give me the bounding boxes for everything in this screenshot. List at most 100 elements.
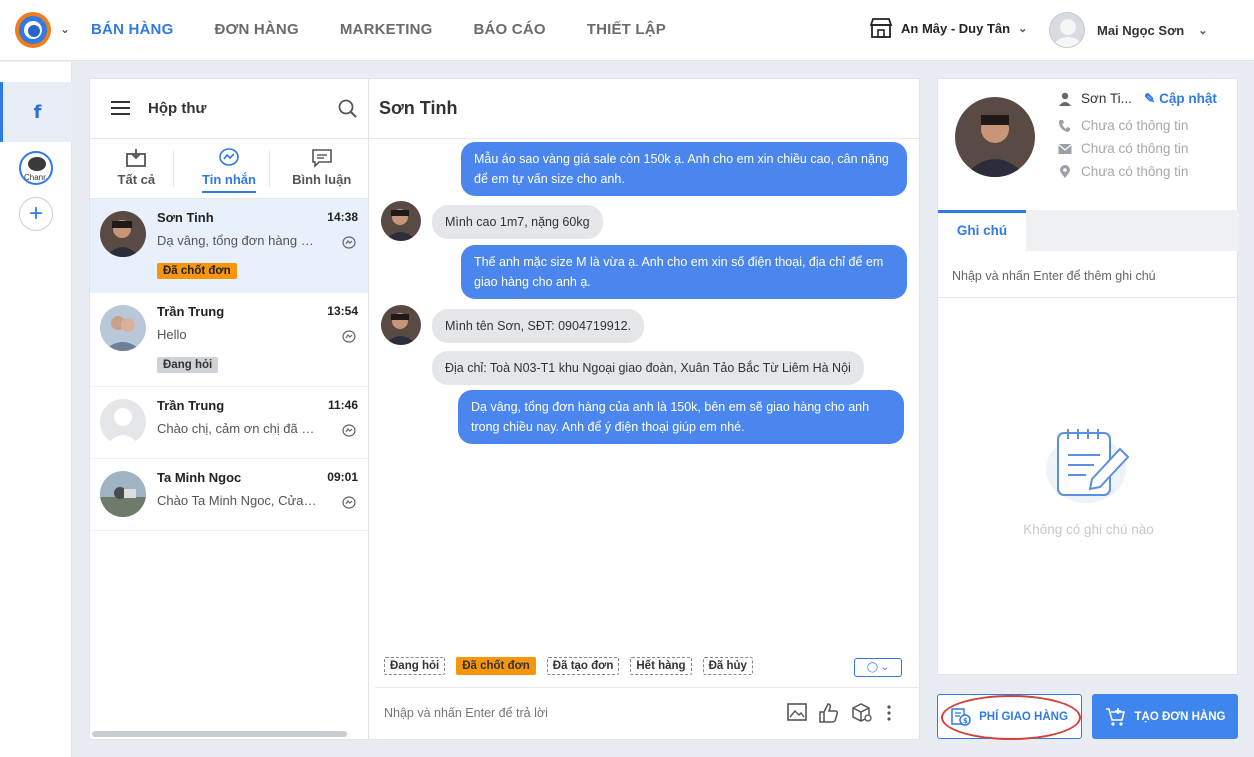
search-icon[interactable] [338, 99, 358, 119]
conversation-name: Trần Trung [157, 398, 225, 413]
tab-ghi-chu[interactable]: Ghi chú [938, 210, 1026, 251]
inbox-header: Hộp thư [90, 79, 368, 139]
filter-comments-label: Bình luận [292, 172, 352, 187]
nav-don-hang[interactable]: ĐƠN HÀNG [214, 21, 298, 38]
update-button[interactable]: ✎ Cập nhật [1144, 91, 1217, 107]
message-incoming: Mình tên Sơn, SĐT: 0904719912. [432, 309, 645, 343]
message-incoming: Địa chỉ: Toà N03-T1 khu Ngoại giao đoàn,… [432, 351, 864, 385]
customer-panel: Sơn Ti... ✎ Cập nhật Chưa có thông tin C… [937, 78, 1239, 675]
conversation-preview: Chào Ta Minh Ngoc, Cửa ... [157, 493, 317, 508]
channel-logo-icon [28, 157, 46, 171]
nav-marketing[interactable]: MARKETING [340, 21, 433, 38]
update-label: Cập nhật [1159, 91, 1217, 106]
store-name: An Mây - Duy Tân [901, 20, 1011, 36]
address-value: Chưa có thông tin [1081, 164, 1189, 179]
add-channel-button[interactable]: + [19, 197, 53, 231]
messenger-icon [342, 496, 356, 509]
more-options-icon[interactable] [886, 703, 892, 723]
tag-dropdown[interactable]: ◯ ⌄ [854, 658, 902, 677]
inbox-tray-icon [126, 149, 147, 167]
customer-name-row: Sơn Ti... [1058, 91, 1132, 106]
divider [269, 151, 270, 187]
customer-address: Chưa có thông tin [1058, 164, 1188, 179]
chevron-down-icon: ⌄ [1198, 24, 1208, 37]
filter-messages[interactable]: Tin nhắn [183, 139, 276, 198]
mail-icon [1058, 143, 1072, 154]
avatar [100, 471, 146, 517]
store-icon [869, 18, 893, 38]
message-outgoing: Mẫu áo sao vàng giá sale còn 150k ạ. Anh… [461, 142, 907, 196]
nav-ban-hang[interactable]: BÁN HÀNG [91, 21, 173, 38]
notepad-icon [1046, 429, 1130, 503]
user-menu[interactable]: Mai Ngọc Sơn ⌄ [1049, 12, 1207, 48]
tag-da-tao-don[interactable]: Đã tạo đơn [546, 657, 620, 675]
cart-plus-icon [1105, 707, 1125, 726]
note-input[interactable]: Nhập và nhấn Enter để thêm ghi chú [938, 251, 1239, 298]
quick-tag-bar: Đang hỏi Đã chốt đơn Đã tạo đơn Hết hàng… [384, 657, 764, 675]
messenger-icon [342, 236, 356, 249]
filter-all-label: Tất cả [117, 172, 156, 187]
status-badge: Đang hỏi [157, 357, 219, 373]
reply-input[interactable]: Nhập và nhấn Enter để trả lời [375, 687, 920, 739]
channel-avatar[interactable]: Chanr [19, 151, 53, 185]
facebook-icon: f [33, 101, 42, 123]
top-bar: ⌄ BÁN HÀNG ĐƠN HÀNG MARKETING BÁO CÁO TH… [0, 0, 1254, 61]
phone-value: Chưa có thông tin [1081, 118, 1189, 133]
nav-thiet-lap[interactable]: THIẾT LẬP [587, 21, 666, 38]
app-logo-icon[interactable] [13, 10, 53, 50]
messenger-icon [219, 148, 239, 166]
horizontal-scrollbar[interactable] [92, 731, 347, 737]
conversation-time: 13:54 [327, 304, 358, 318]
menu-icon[interactable] [111, 101, 130, 115]
message-list: Mẫu áo sao vàng giá sale còn 150k ạ. Anh… [369, 139, 919, 634]
message-outgoing: Dạ vâng, tổng đơn hàng của anh là 150k, … [458, 390, 904, 444]
conversation-time: 14:38 [327, 210, 358, 224]
product-box-icon[interactable] [851, 703, 873, 723]
customer-name: Sơn Ti... [1081, 91, 1132, 106]
tag-da-chot-don[interactable]: Đã chốt đơn [456, 657, 536, 675]
email-value: Chưa có thông tin [1081, 141, 1189, 156]
edit-icon: ✎ [1144, 91, 1156, 106]
conversation-item[interactable]: Trần Trung 13:54 Hello Đang hỏi [90, 293, 368, 387]
store-selector[interactable]: An Mây - Duy Tân ⌄ [869, 18, 1027, 38]
tag-dang-hoi[interactable]: Đang hỏi [384, 657, 446, 675]
like-icon[interactable] [819, 703, 839, 723]
conversation-item[interactable]: Sơn Tinh 14:38 Dạ vâng, tổng đơn hàng củ… [90, 199, 368, 293]
empty-notes-text: Không có ghi chú nào [1023, 522, 1154, 537]
chat-title: Sơn Tinh [369, 79, 919, 139]
avatar [100, 399, 146, 445]
chevron-down-icon: ⌄ [880, 662, 890, 673]
status-badge: Đã chốt đơn [157, 263, 237, 279]
nav-bao-cao[interactable]: BÁO CÁO [473, 21, 545, 38]
tag-icon: ◯ [866, 662, 879, 673]
message-outgoing: Thế anh mặc size M là vừa ạ. Anh cho em … [461, 245, 907, 299]
avatar [100, 305, 146, 351]
inbox-panel: Hộp thư Tất cả Tin nhắn Bình luận Sơn Ti… [89, 78, 368, 740]
conversation-item[interactable]: Ta Minh Ngoc 09:01 Chào Ta Minh Ngoc, Cử… [90, 459, 368, 531]
create-order-button[interactable]: TẠO ĐƠN HÀNG [1092, 694, 1238, 739]
conversation-name: Sơn Tinh [157, 210, 214, 225]
facebook-channel-tab[interactable]: f [0, 82, 72, 142]
filter-all[interactable]: Tất cả [90, 139, 183, 198]
phone-icon [1059, 119, 1070, 132]
chevron-down-icon[interactable]: ⌄ [60, 22, 70, 36]
channel-rail: f Chanr + [0, 62, 72, 757]
location-icon [1060, 164, 1070, 178]
filter-messages-label: Tin nhắn [202, 172, 256, 193]
avatar [100, 211, 146, 257]
avatar [1049, 12, 1085, 48]
image-icon[interactable] [787, 703, 807, 721]
create-order-label: TẠO ĐƠN HÀNG [1134, 710, 1226, 723]
channel-label: Chanr [24, 173, 46, 182]
avatar [381, 305, 421, 345]
customer-email: Chưa có thông tin [1058, 141, 1188, 156]
customer-avatar [955, 97, 1035, 177]
conversation-item[interactable]: Trần Trung 11:46 Chào chị, cảm ơn chị đã… [90, 387, 368, 459]
tag-da-huy[interactable]: Đã hủy [702, 657, 753, 675]
main-nav: BÁN HÀNG ĐƠN HÀNG MARKETING BÁO CÁO THIẾ… [91, 21, 707, 38]
tag-het-hang[interactable]: Hết hàng [630, 657, 692, 675]
inbox-title: Hộp thư [148, 100, 207, 117]
divider [173, 151, 174, 187]
avatar [381, 201, 421, 241]
filter-comments[interactable]: Bình luận [275, 139, 368, 198]
